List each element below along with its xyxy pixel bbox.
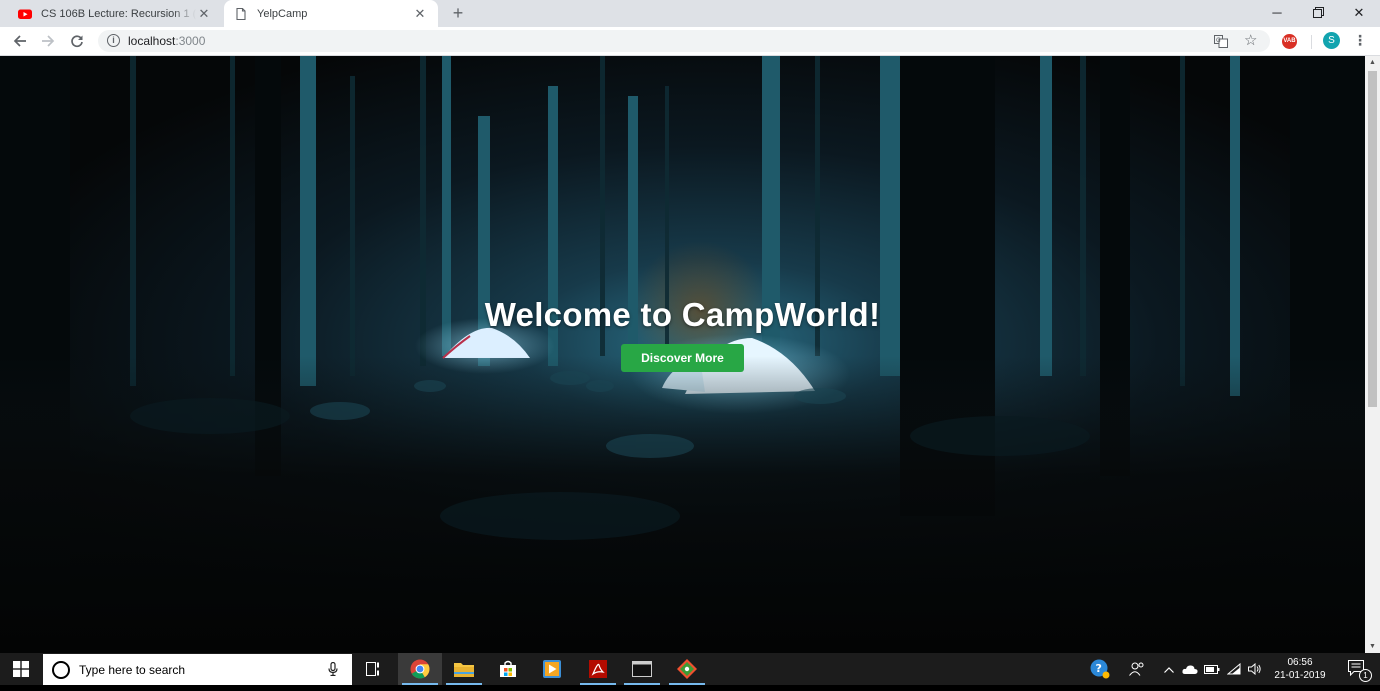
close-tab-icon[interactable]: ✕ [412, 6, 428, 22]
windows-taskbar: Type here to search ? 06:56 21-01-2019 1 [0, 653, 1380, 685]
minimize-button[interactable]: ─ [1255, 0, 1299, 27]
task-view-button[interactable] [352, 653, 396, 685]
tray-wifi[interactable] [1224, 653, 1244, 685]
taskbar-file-explorer[interactable] [442, 653, 486, 685]
document-icon [236, 7, 246, 20]
task-view-icon [366, 662, 379, 676]
reload-icon [71, 35, 83, 48]
wifi-icon [1226, 662, 1241, 675]
cloud-icon [1182, 665, 1198, 674]
git-icon [677, 659, 697, 679]
windows-logo-icon [13, 661, 29, 677]
url-text[interactable]: localhost:3000 [128, 34, 205, 48]
hero-section: Welcome to CampWorld! Discover More [0, 296, 1365, 372]
tray-overflow[interactable] [1160, 653, 1178, 685]
browser-toolbar: i localhost:3000 G ☆ VAB S ⋮ [0, 27, 1380, 56]
restore-button[interactable] [1296, 0, 1340, 27]
file-explorer-icon [454, 663, 474, 677]
bookmark-star-icon[interactable]: ☆ [1244, 31, 1257, 49]
scrollbar-thumb[interactable] [1368, 71, 1377, 407]
url-port: :3000 [175, 34, 206, 48]
action-center-button[interactable]: 1 [1340, 653, 1372, 685]
tab-strip: CS 106B Lecture: Recursion 1 (int ✕ Yelp… [0, 0, 1380, 27]
chevron-up-icon [1164, 667, 1174, 673]
tray-clock[interactable]: 06:56 21-01-2019 [1266, 656, 1334, 682]
notification-badge: 1 [1359, 669, 1372, 682]
menu-kebab-icon[interactable]: ⋮ [1353, 32, 1367, 49]
tab-title: CS 106B Lecture: Recursion 1 (int [41, 7, 196, 20]
media-player-icon [543, 660, 561, 678]
back-arrow-icon [13, 35, 26, 47]
url-host: localhost [128, 34, 176, 48]
taskbar-git[interactable] [665, 653, 709, 685]
page-title: Welcome to CampWorld! [484, 296, 881, 333]
discover-more-button[interactable]: Discover More [621, 344, 744, 372]
reload-button[interactable] [65, 30, 89, 52]
svg-text:G: G [1216, 37, 1221, 44]
microphone-icon[interactable] [328, 662, 338, 676]
close-tab-icon[interactable]: ✕ [196, 6, 212, 22]
new-tab-button[interactable]: + [447, 2, 469, 24]
site-info-icon[interactable]: i [107, 34, 120, 47]
back-button[interactable] [8, 30, 32, 52]
speaker-icon [1248, 662, 1261, 676]
scroll-down-icon[interactable]: ▼ [1365, 640, 1380, 653]
help-bubble-icon: ? [1090, 659, 1110, 679]
tray-help[interactable]: ? [1088, 653, 1112, 685]
close-window-button[interactable]: ✕ [1337, 0, 1380, 27]
toolbar-divider [1311, 35, 1312, 49]
vertical-scrollbar[interactable]: ▲ ▼ [1365, 56, 1380, 653]
taskbar-chrome[interactable] [398, 653, 442, 685]
cortana-icon [52, 661, 70, 679]
tab-yelpcamp[interactable]: YelpCamp ✕ [224, 0, 438, 27]
vab-extension-icon[interactable]: VAB [1282, 34, 1297, 49]
tab-title: YelpCamp [257, 7, 308, 20]
taskbar-search-box[interactable]: Type here to search [43, 654, 352, 685]
chrome-icon [410, 659, 430, 679]
svg-text:?: ? [1096, 662, 1102, 675]
restore-icon [1312, 7, 1324, 18]
taskbar-acrobat[interactable] [576, 653, 620, 685]
forward-button[interactable] [36, 30, 60, 52]
battery-icon [1204, 665, 1220, 674]
tray-people[interactable] [1124, 653, 1150, 685]
tray-battery[interactable] [1202, 653, 1222, 685]
scroll-up-icon[interactable]: ▲ [1365, 56, 1380, 69]
youtube-icon [18, 9, 32, 19]
acrobat-icon [589, 660, 607, 678]
translate-icon[interactable]: G [1214, 35, 1228, 48]
address-bar[interactable]: i localhost:3000 G ☆ [98, 30, 1270, 52]
taskbar-terminal[interactable] [620, 653, 664, 685]
store-icon [500, 660, 516, 677]
search-placeholder: Type here to search [79, 663, 186, 677]
clock-time: 06:56 [1287, 657, 1313, 668]
clock-date: 21-01-2019 [1274, 670, 1326, 681]
profile-avatar[interactable]: S [1323, 32, 1340, 49]
taskbar-store[interactable] [486, 653, 530, 685]
taskbar-media-player[interactable] [530, 653, 574, 685]
tab-youtube-lecture[interactable]: CS 106B Lecture: Recursion 1 (int ✕ [8, 0, 222, 27]
page-viewport: Welcome to CampWorld! Discover More [0, 56, 1365, 653]
tray-volume[interactable] [1246, 653, 1264, 685]
start-button[interactable] [0, 653, 42, 685]
people-icon [1129, 662, 1144, 676]
terminal-icon [632, 661, 652, 677]
forward-arrow-icon [42, 35, 55, 47]
tray-onedrive[interactable] [1180, 653, 1200, 685]
